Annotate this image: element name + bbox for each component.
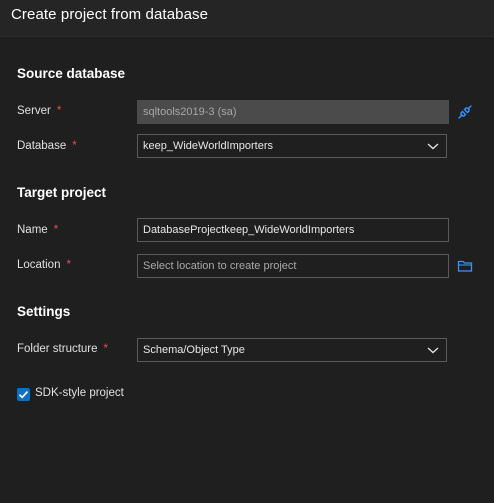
section-title-target: Target project bbox=[17, 185, 107, 200]
dialog-title: Create project from database bbox=[11, 6, 209, 23]
folder-structure-select[interactable]: Schema/Object Type bbox=[137, 338, 447, 362]
chevron-down-icon bbox=[427, 143, 439, 150]
database-select[interactable]: keep_WideWorldImporters bbox=[137, 134, 447, 158]
dialog-header: Create project from database bbox=[0, 0, 494, 37]
location-label: Location * bbox=[17, 259, 71, 271]
required-marker: * bbox=[72, 140, 77, 152]
required-marker: * bbox=[66, 259, 71, 271]
sdk-style-label[interactable]: SDK-style project bbox=[35, 387, 124, 399]
required-marker: * bbox=[103, 343, 109, 355]
server-label: Server * bbox=[17, 105, 62, 117]
name-label: Name * bbox=[17, 224, 59, 236]
section-title-source: Source database bbox=[17, 66, 126, 81]
sdk-style-checkbox[interactable] bbox=[17, 388, 30, 401]
folder-structure-value: Schema/Object Type bbox=[143, 344, 245, 356]
chevron-down-icon bbox=[427, 347, 439, 354]
checkmark-icon bbox=[18, 391, 29, 399]
database-label: Database * bbox=[17, 140, 77, 152]
location-input[interactable]: Select location to create project bbox=[137, 254, 449, 278]
section-title-settings: Settings bbox=[17, 304, 71, 319]
folder-structure-label: Folder structure * bbox=[17, 343, 109, 355]
server-field: sqltools2019-3 (sa) bbox=[137, 100, 449, 124]
database-select-value: keep_WideWorldImporters bbox=[143, 140, 274, 152]
folder-icon[interactable] bbox=[457, 258, 473, 274]
required-marker: * bbox=[56, 105, 62, 117]
connect-plug-icon[interactable] bbox=[457, 104, 473, 120]
project-name-input[interactable]: DatabaseProjectkeep_WideWorldImporters bbox=[137, 218, 449, 242]
required-marker: * bbox=[53, 224, 59, 236]
